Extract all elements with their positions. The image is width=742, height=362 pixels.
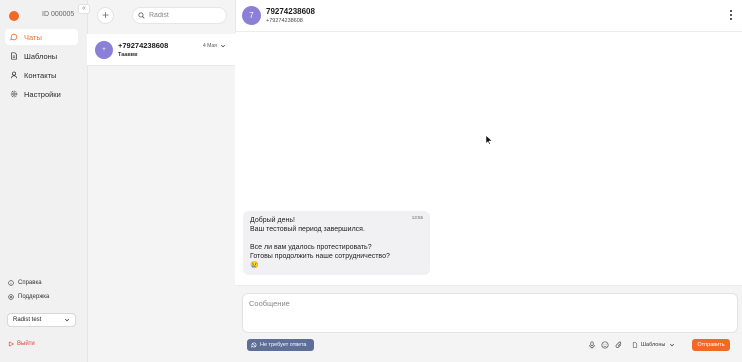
sidebar-footer-links: Справка Поддержка [8, 278, 49, 306]
mouse-cursor-icon [485, 135, 493, 145]
templates-dropdown[interactable]: Шаблоны [632, 339, 681, 351]
avatar: 7 [242, 6, 261, 25]
sidebar-item-settings[interactable]: Настройки [5, 86, 78, 102]
lifebuoy-icon [8, 293, 14, 300]
chat-contact-name: +79274238608 [118, 41, 169, 50]
help-label: Справка [18, 279, 42, 286]
sidebar-item-label: Чаты [24, 32, 42, 42]
logout-button[interactable]: Выйти [8, 341, 35, 347]
composer: Не требует ответа Шаблоны Отправить [235, 285, 742, 362]
gear-icon [10, 90, 18, 98]
workspace-value: Radist test [13, 317, 42, 323]
message-bubble: Добрый день! Ваш тестовый период заверши… [243, 211, 430, 275]
workspace-select[interactable]: Radist test [7, 313, 76, 327]
chevron-down-icon[interactable] [220, 43, 226, 49]
sidebar-nav: Чаты Шаблоны Контакты Настройки [5, 29, 78, 105]
chat-date: 4 Мая [203, 43, 217, 49]
chat-list-panel: + + +79274238608 Тааввв 4 Мая [87, 0, 235, 362]
sidebar-item-contacts[interactable]: Контакты [5, 67, 78, 83]
info-icon [8, 279, 14, 286]
sidebar-item-label: Настройки [24, 89, 61, 99]
logo [9, 11, 19, 21]
search-box[interactable] [132, 7, 227, 24]
avatar: + [95, 41, 113, 59]
microphone-icon[interactable] [588, 341, 596, 349]
emoji-icon[interactable] [601, 341, 609, 349]
plus-icon: + [101, 8, 109, 22]
chat-preview: Тааввв [118, 52, 138, 58]
message-input-box[interactable] [242, 293, 738, 333]
document-icon [10, 52, 18, 60]
no-reply-button[interactable]: Не требует ответа [247, 339, 314, 351]
conversation-panel: 7 79274238608 +79274238608 Добрый день! … [235, 0, 742, 362]
message-area: Добрый день! Ваш тестовый период заверши… [235, 33, 742, 285]
logout-icon [8, 341, 14, 347]
contact-title: 79274238608 [266, 7, 315, 16]
message-input[interactable] [249, 299, 731, 327]
chat-list-item[interactable]: + +79274238608 Тааввв 4 Мая [87, 34, 235, 66]
chevron-down-icon [670, 343, 675, 347]
app-window: ID 000005 « Чаты Шаблоны Контакты Настро… [0, 0, 742, 362]
search-input[interactable] [149, 12, 219, 19]
support-label: Поддержка [18, 293, 50, 300]
document-icon [632, 342, 638, 348]
help-link[interactable]: Справка [8, 278, 49, 287]
conversation-header: 7 79274238608 +79274238608 [235, 0, 742, 32]
chevron-down-icon [64, 318, 70, 322]
sidebar-item-templates[interactable]: Шаблоны [5, 48, 78, 64]
more-vertical-icon[interactable] [728, 9, 734, 21]
message-text: Добрый день! Ваш тестовый период заверши… [250, 217, 390, 269]
message-time: 13:55 [411, 215, 423, 220]
logout-label: Выйти [17, 341, 35, 347]
search-icon [138, 12, 145, 19]
no-reply-icon [251, 342, 257, 348]
account-id: ID 000005 [42, 11, 75, 18]
chat-bubble-icon [10, 33, 18, 41]
user-icon [10, 71, 18, 79]
no-reply-label: Не требует ответа [260, 342, 307, 348]
sidebar-item-label: Контакты [24, 70, 57, 80]
templates-label: Шаблоны [641, 342, 666, 348]
collapse-sidebar-icon[interactable]: « [78, 4, 90, 14]
new-chat-button[interactable]: + [97, 7, 114, 24]
sidebar: ID 000005 « Чаты Шаблоны Контакты Настро… [0, 0, 90, 362]
contact-phone: +79274238608 [266, 18, 303, 24]
paperclip-icon[interactable] [615, 341, 623, 349]
sidebar-item-chats[interactable]: Чаты [5, 29, 78, 45]
sidebar-item-label: Шаблоны [24, 51, 58, 61]
send-button[interactable]: Отправить [692, 339, 730, 351]
support-link[interactable]: Поддержка [8, 292, 49, 301]
